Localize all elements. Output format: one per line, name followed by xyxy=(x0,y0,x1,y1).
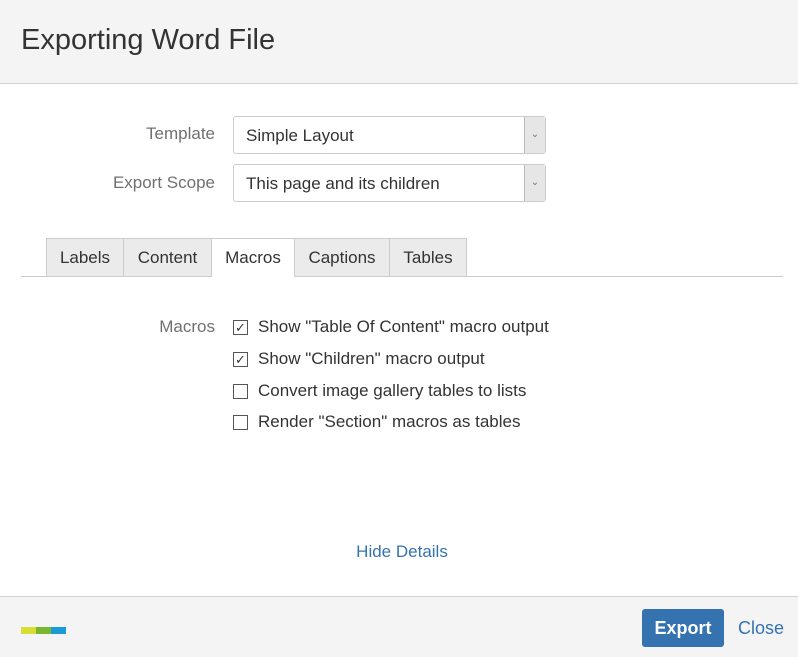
option-label: Convert image gallery tables to lists xyxy=(258,381,527,400)
tab-labels[interactable]: Labels xyxy=(46,238,124,276)
export-button[interactable]: Export xyxy=(642,609,724,647)
option-label: Show "Children" macro output xyxy=(258,349,485,368)
export-scope-label: Export Scope xyxy=(112,173,215,192)
dialog-footer: Export Close xyxy=(0,596,798,657)
checkbox-unchecked[interactable] xyxy=(233,383,248,399)
tab-macros[interactable]: Macros xyxy=(211,238,295,277)
checkbox-checked[interactable]: ✓ xyxy=(233,351,248,367)
tab-tables[interactable]: Tables xyxy=(389,238,467,276)
checkbox-checked[interactable]: ✓ xyxy=(233,319,248,335)
option-label: Render "Section" macros as tables xyxy=(258,412,521,431)
template-select[interactable]: Simple Layout ⌄ xyxy=(233,116,546,154)
tab-bar: Labels Content Macros Captions Tables xyxy=(21,238,783,277)
tab-captions[interactable]: Captions xyxy=(294,238,390,276)
template-label: Template xyxy=(146,124,215,143)
template-value: Simple Layout xyxy=(246,126,354,145)
chevron-down-icon: ⌄ xyxy=(524,165,545,201)
option-label: Show "Table Of Content" macro output xyxy=(258,317,549,336)
close-link[interactable]: Close xyxy=(738,618,784,639)
option-gallery[interactable]: Convert image gallery tables to lists xyxy=(233,381,526,401)
hide-details-link[interactable]: Hide Details xyxy=(0,542,798,562)
dialog-header: Exporting Word File xyxy=(0,0,798,84)
dialog-title: Exporting Word File xyxy=(21,24,276,56)
export-scope-value: This page and its children xyxy=(246,174,440,193)
export-scope-select[interactable]: This page and its children ⌄ xyxy=(233,164,546,202)
option-section[interactable]: Render "Section" macros as tables xyxy=(233,412,520,432)
macros-label: Macros xyxy=(159,317,215,336)
option-children[interactable]: ✓ Show "Children" macro output xyxy=(233,349,485,369)
option-toc[interactable]: ✓ Show "Table Of Content" macro output xyxy=(233,317,549,337)
chevron-down-icon: ⌄ xyxy=(524,117,545,153)
checkbox-unchecked[interactable] xyxy=(233,414,248,430)
tab-content[interactable]: Content xyxy=(123,238,212,276)
